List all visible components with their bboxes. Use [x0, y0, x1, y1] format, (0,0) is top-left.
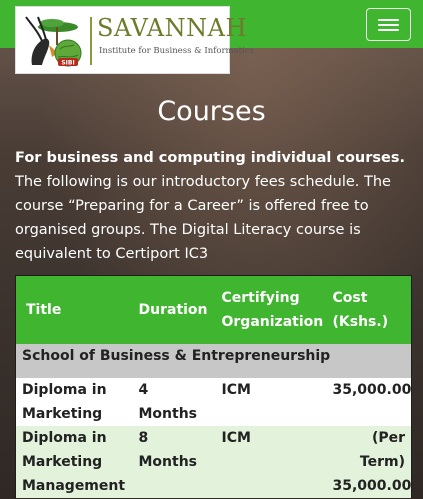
cost-value: 35,000.00	[332, 478, 412, 494]
antelope-logo-icon: SIBI	[25, 16, 82, 67]
menu-toggle-button[interactable]	[366, 8, 411, 41]
brand-tagline: Institute for Business & Informatics	[99, 46, 254, 56]
fees-table-container: Title Duration Certifying Organization C…	[15, 275, 412, 498]
fees-table: Title Duration Certifying Organization C…	[15, 275, 412, 498]
hamburger-menu-icon	[378, 29, 399, 31]
section-title: School of Business & Entrepreneurship	[15, 344, 412, 378]
hamburger-menu-icon	[378, 19, 399, 21]
intro-paragraph: For business and computing individual co…	[15, 146, 410, 266]
intro-bold-text: For business and computing individual co…	[15, 150, 406, 166]
table-section-row: School of Business & Entrepreneurship	[15, 344, 412, 378]
cost-cell: (Per Term) 35,000.00	[326, 426, 412, 498]
duration-cell: 4 Months	[132, 378, 216, 426]
intro-text: The following is our introductory fees s…	[15, 174, 391, 262]
column-header-duration: Duration	[132, 275, 216, 344]
brand-logo[interactable]: SIBI SAVANNAH Institute for Business & I…	[15, 6, 254, 74]
page-title: Courses	[157, 96, 266, 127]
column-header-certifying-organization: Certifying Organization	[215, 275, 327, 344]
hamburger-menu-icon	[378, 24, 399, 26]
logo-divider	[90, 17, 92, 65]
cost-note: (Per Term)	[359, 430, 405, 470]
brand-name: SAVANNAH	[97, 14, 247, 42]
column-header-title: Title	[15, 275, 133, 344]
table-row: Diploma in Marketing Management 8 Months…	[15, 426, 412, 498]
duration-cell: 8 Months	[132, 426, 216, 498]
column-header-cost: Cost (Kshs.)	[326, 275, 412, 344]
course-title-cell: Diploma in Marketing	[15, 378, 133, 426]
table-row: Diploma in Marketing 4 Months ICM 35,000…	[15, 378, 412, 426]
logo-mark-text: SIBI	[61, 60, 74, 67]
table-header-row: Title Duration Certifying Organization C…	[15, 275, 412, 344]
cost-cell: 35,000.00	[326, 378, 412, 426]
course-title-cell: Diploma in Marketing Management	[15, 426, 133, 498]
organization-cell: ICM	[215, 426, 327, 498]
organization-cell: ICM	[215, 378, 327, 426]
